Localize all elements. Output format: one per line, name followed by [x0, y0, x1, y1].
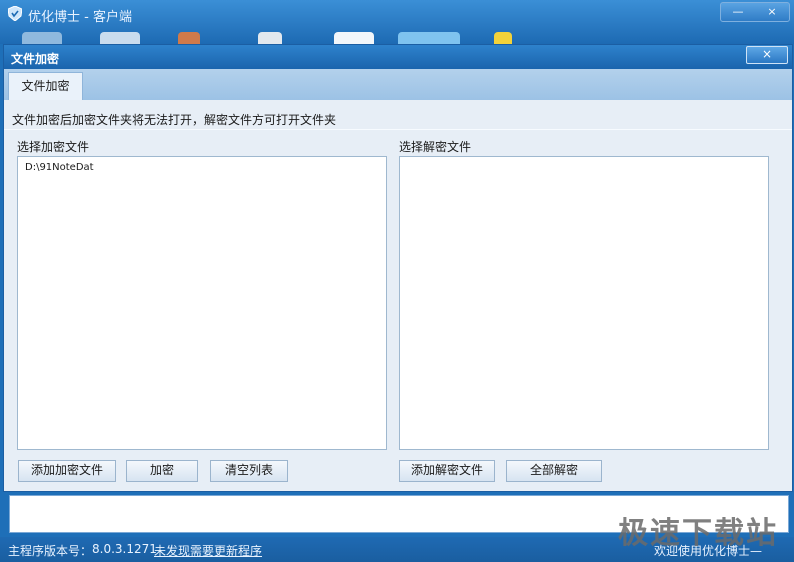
encrypt-file-list[interactable]: D:\91NoteDat [17, 156, 387, 450]
toolbar-item-icon[interactable] [494, 32, 512, 44]
tab-file-encrypt[interactable]: 文件加密 [8, 72, 83, 101]
update-status-link[interactable]: 未发现需要更新程序 [154, 542, 262, 559]
toolbar-item-icon[interactable] [178, 32, 200, 44]
toolbar-item-icon[interactable] [22, 32, 62, 44]
tab-strip: 文件加密 [4, 69, 792, 101]
minimize-button[interactable]: — [721, 3, 755, 21]
file-encrypt-dialog: 文件加密 × 文件加密 文件加密后加密文件夹将无法打开，解密文件方可打开文件夹 … [3, 44, 793, 492]
clear-list-button[interactable]: 清空列表 [210, 460, 288, 482]
toolbar-item-icon[interactable] [100, 32, 140, 44]
toolbar-item-icon[interactable] [258, 32, 282, 44]
window-controls: — × [720, 2, 790, 22]
app-title: 优化博士 - 客户端 [28, 10, 132, 25]
list-item[interactable]: D:\91NoteDat [25, 162, 94, 173]
toolbar-item-icon[interactable] [334, 32, 374, 44]
instruction-text: 文件加密后加密文件夹将无法打开，解密文件方可打开文件夹 [12, 113, 337, 127]
encrypt-button[interactable]: 加密 [126, 460, 198, 482]
divider [4, 129, 792, 130]
close-window-button[interactable]: × [755, 3, 789, 21]
watermark: 极速下载站 [618, 516, 778, 551]
encrypt-list-label: 选择加密文件 [17, 140, 90, 154]
decrypt-all-button[interactable]: 全部解密 [506, 460, 602, 482]
dialog-close-button[interactable]: × [746, 46, 788, 64]
dialog-titlebar: 文件加密 × [4, 45, 792, 69]
app-titlebar: 优化博士 - 客户端 — × [0, 0, 794, 44]
version-number: 8.0.3.1271 [92, 542, 157, 556]
shield-logo-icon [8, 6, 22, 21]
tab-content: 文件加密后加密文件夹将无法打开，解密文件方可打开文件夹 选择加密文件 D:\91… [4, 100, 792, 491]
add-decrypt-file-button[interactable]: 添加解密文件 [399, 460, 495, 482]
version-label: 主程序版本号： [8, 544, 93, 558]
add-encrypt-file-button[interactable]: 添加加密文件 [18, 460, 116, 482]
toolbar-item-icon[interactable] [398, 32, 460, 44]
decrypt-list-label: 选择解密文件 [399, 140, 472, 154]
dialog-title: 文件加密 [11, 52, 60, 66]
decrypt-file-list[interactable] [399, 156, 769, 450]
